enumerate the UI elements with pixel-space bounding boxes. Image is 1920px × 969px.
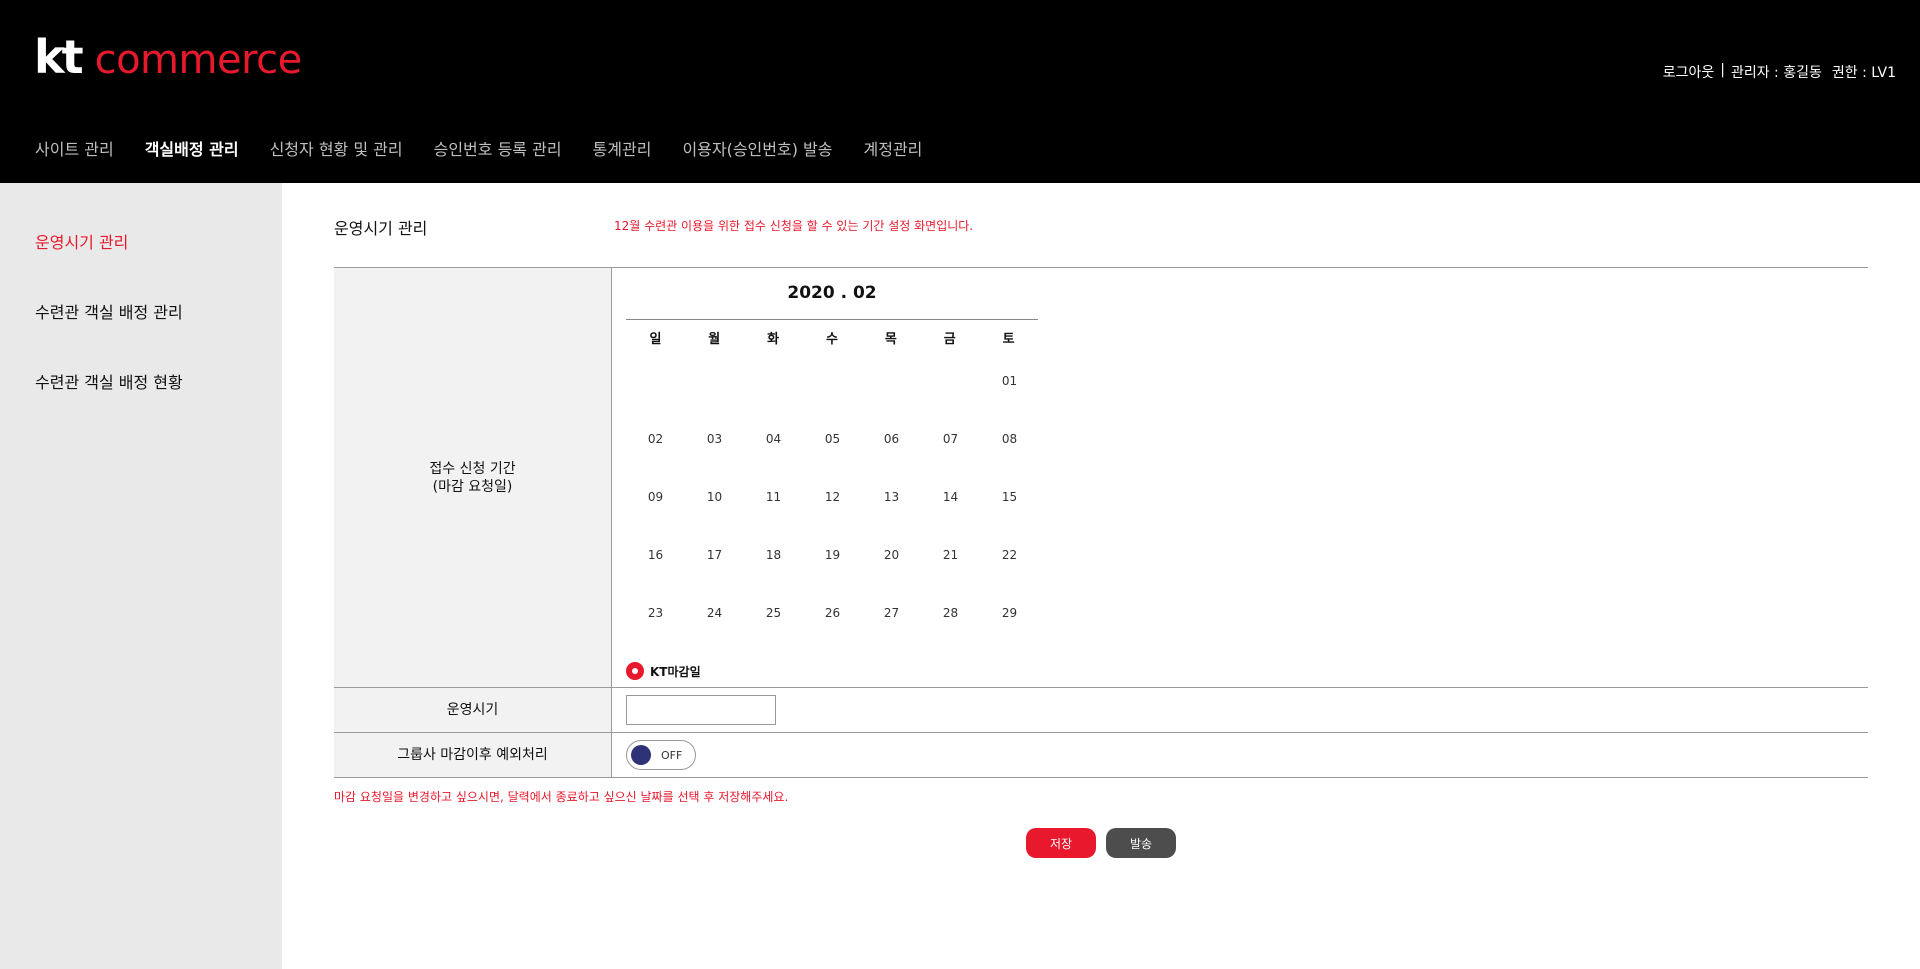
legend-label: KT마감일 — [650, 664, 701, 679]
calendar-day[interactable]: 26 — [803, 584, 862, 642]
toggle-knob — [631, 745, 651, 765]
logout-link[interactable]: 로그아웃 — [1663, 62, 1715, 82]
period-label-line1: 접수 신청 기간 — [429, 460, 516, 477]
calendar-day[interactable]: 17 — [685, 526, 744, 584]
logo-kt: kt — [34, 34, 84, 80]
calendar-day[interactable]: 06 — [862, 410, 921, 468]
sidebar-item-operation-period[interactable]: 운영시기 관리 — [35, 229, 128, 253]
calendar-weekdays: 일월화수목금토 — [626, 328, 1038, 352]
operation-cell — [612, 688, 1868, 732]
calendar-day[interactable]: 08 — [980, 410, 1039, 468]
calendar-day[interactable]: 13 — [862, 468, 921, 526]
weekday-label: 월 — [708, 332, 721, 347]
weekday-label: 목 — [884, 332, 897, 347]
calendar-day[interactable]: 28 — [921, 584, 980, 642]
calendar: 2020 . 02 일 월 화 수 목 금 토 01 02 03 04 05 06 07 08 09 10 11… — [626, 280, 1038, 642]
period-label: 접수 신청 기간 (마감 요청일) — [334, 268, 612, 687]
row-operation-period: 운영시기 — [334, 688, 1868, 733]
sidebar: 운영시기 관리 수련관 객실 배정 관리 수련관 객실 배정 현황 — [0, 183, 282, 969]
exception-toggle[interactable]: OFF — [626, 740, 696, 770]
kt-commerce-logo[interactable]: kt commerce — [34, 30, 302, 80]
period-label-line2: (마감 요청일) — [432, 478, 513, 495]
weekday-label: 일 — [649, 332, 662, 347]
gnb-item-applicants[interactable]: 신청자 현황 및 관리 — [270, 136, 403, 160]
calendar-day[interactable]: 05 — [803, 410, 862, 468]
calendar-day[interactable]: 21 — [921, 526, 980, 584]
gnb-item-accounts[interactable]: 계정관리 — [864, 136, 923, 160]
operation-label: 운영시기 — [334, 688, 612, 732]
calendar-day[interactable]: 22 — [980, 526, 1039, 584]
calendar-empty-cell — [803, 352, 862, 410]
user-info-separator: | — [1720, 62, 1725, 78]
calendar-title: 2020 . 02 — [626, 280, 1038, 320]
period-cell: 2020 . 02 일 월 화 수 목 금 토 01 02 03 04 05 06 07 08 09 10 11… — [612, 268, 1868, 687]
weekday-label: 수 — [826, 332, 838, 347]
form-table: 접수 신청 기간 (마감 요청일) 2020 . 02 일 월 화 수 목 금 토 01 02… — [334, 267, 1868, 778]
calendar-day[interactable]: 25 — [744, 584, 803, 642]
calendar-day[interactable]: 01 — [980, 352, 1039, 410]
calendar-empty-cell — [744, 352, 803, 410]
logo-kt-text: kt — [34, 30, 84, 84]
header: kt commerce 로그아웃 | 관리자 : 홍길동 권한 : LV1 사이… — [0, 0, 1920, 183]
send-button[interactable]: 발송 — [1106, 828, 1176, 858]
calendar-day[interactable]: 19 — [803, 526, 862, 584]
logo-commerce: commerce — [94, 37, 303, 83]
toggle-state-label: OFF — [661, 748, 683, 762]
gnb-item-room-assignment[interactable]: 객실배정 관리 — [145, 136, 239, 160]
calendar-day[interactable]: 15 — [980, 468, 1039, 526]
admin-name: 관리자 : 홍길동 — [1730, 65, 1822, 81]
calendar-day[interactable]: 16 — [626, 526, 685, 584]
calendar-day[interactable]: 27 — [862, 584, 921, 642]
kt-deadline-legend: KT마감일 — [626, 662, 701, 680]
notice-text: 마감 요청일을 변경하고 싶으시면, 달력에서 종료하고 싶으신 날짜를 선택 … — [334, 790, 789, 804]
permission-level: 권한 : LV1 — [1831, 65, 1896, 81]
sidebar-item-room-status[interactable]: 수련관 객실 배정 현황 — [35, 369, 183, 393]
calendar-empty-cell — [626, 352, 685, 410]
calendar-day[interactable]: 12 — [803, 468, 862, 526]
weekday-label: 토 — [1002, 332, 1015, 347]
page-description: 12월 수련관 이용을 위한 접수 신청을 할 수 있는 기간 설정 화면입니다… — [614, 219, 974, 233]
save-button[interactable]: 저장 — [1026, 828, 1096, 858]
action-buttons: 저장 발송 — [1026, 828, 1176, 858]
calendar-day[interactable]: 07 — [921, 410, 980, 468]
exception-label: 그룹사 마감이후 예외처리 — [334, 733, 612, 777]
calendar-day[interactable]: 03 — [685, 410, 744, 468]
gnb-item-site[interactable]: 사이트 관리 — [35, 136, 114, 160]
calendar-day[interactable]: 24 — [685, 584, 744, 642]
user-info: 로그아웃 | 관리자 : 홍길동 권한 : LV1 — [1663, 62, 1896, 82]
calendar-day[interactable]: 02 — [626, 410, 685, 468]
exception-cell: OFF — [612, 733, 1868, 777]
calendar-day[interactable]: 14 — [921, 468, 980, 526]
calendar-empty-cell — [862, 352, 921, 410]
gnb-item-approval-numbers[interactable]: 승인번호 등록 관리 — [434, 136, 562, 160]
row-exception: 그룹사 마감이후 예외처리 OFF — [334, 733, 1868, 778]
calendar-day[interactable]: 11 — [744, 468, 803, 526]
global-nav: 사이트 관리 객실배정 관리 신청자 현황 및 관리 승인번호 등록 관리 통계… — [35, 136, 953, 160]
calendar-grid: 01 02 03 04 05 06 07 08 09 10 11 12 13 14 15 16 17 18 19 20… — [626, 352, 1038, 642]
calendar-day[interactable]: 09 — [626, 468, 685, 526]
calendar-day[interactable]: 20 — [862, 526, 921, 584]
calendar-day[interactable]: 04 — [744, 410, 803, 468]
row-application-period: 접수 신청 기간 (마감 요청일) 2020 . 02 일 월 화 수 목 금 토 01 02… — [334, 268, 1868, 688]
operation-period-input[interactable] — [626, 695, 776, 725]
calendar-day[interactable]: 18 — [744, 526, 803, 584]
calendar-day[interactable]: 23 — [626, 584, 685, 642]
gnb-item-send-to-users[interactable]: 이용자(승인번호) 발송 — [682, 136, 832, 160]
radio-dot-icon — [626, 662, 644, 680]
calendar-empty-cell — [921, 352, 980, 410]
weekday-label: 금 — [943, 332, 956, 347]
gnb-item-statistics[interactable]: 통계관리 — [593, 136, 652, 160]
weekday-label: 화 — [767, 332, 780, 347]
page-title: 운영시기 관리 — [334, 219, 428, 238]
calendar-day[interactable]: 10 — [685, 468, 744, 526]
calendar-day[interactable]: 29 — [980, 584, 1039, 642]
calendar-empty-cell — [685, 352, 744, 410]
sidebar-item-room-assignment[interactable]: 수련관 객실 배정 관리 — [35, 299, 183, 323]
